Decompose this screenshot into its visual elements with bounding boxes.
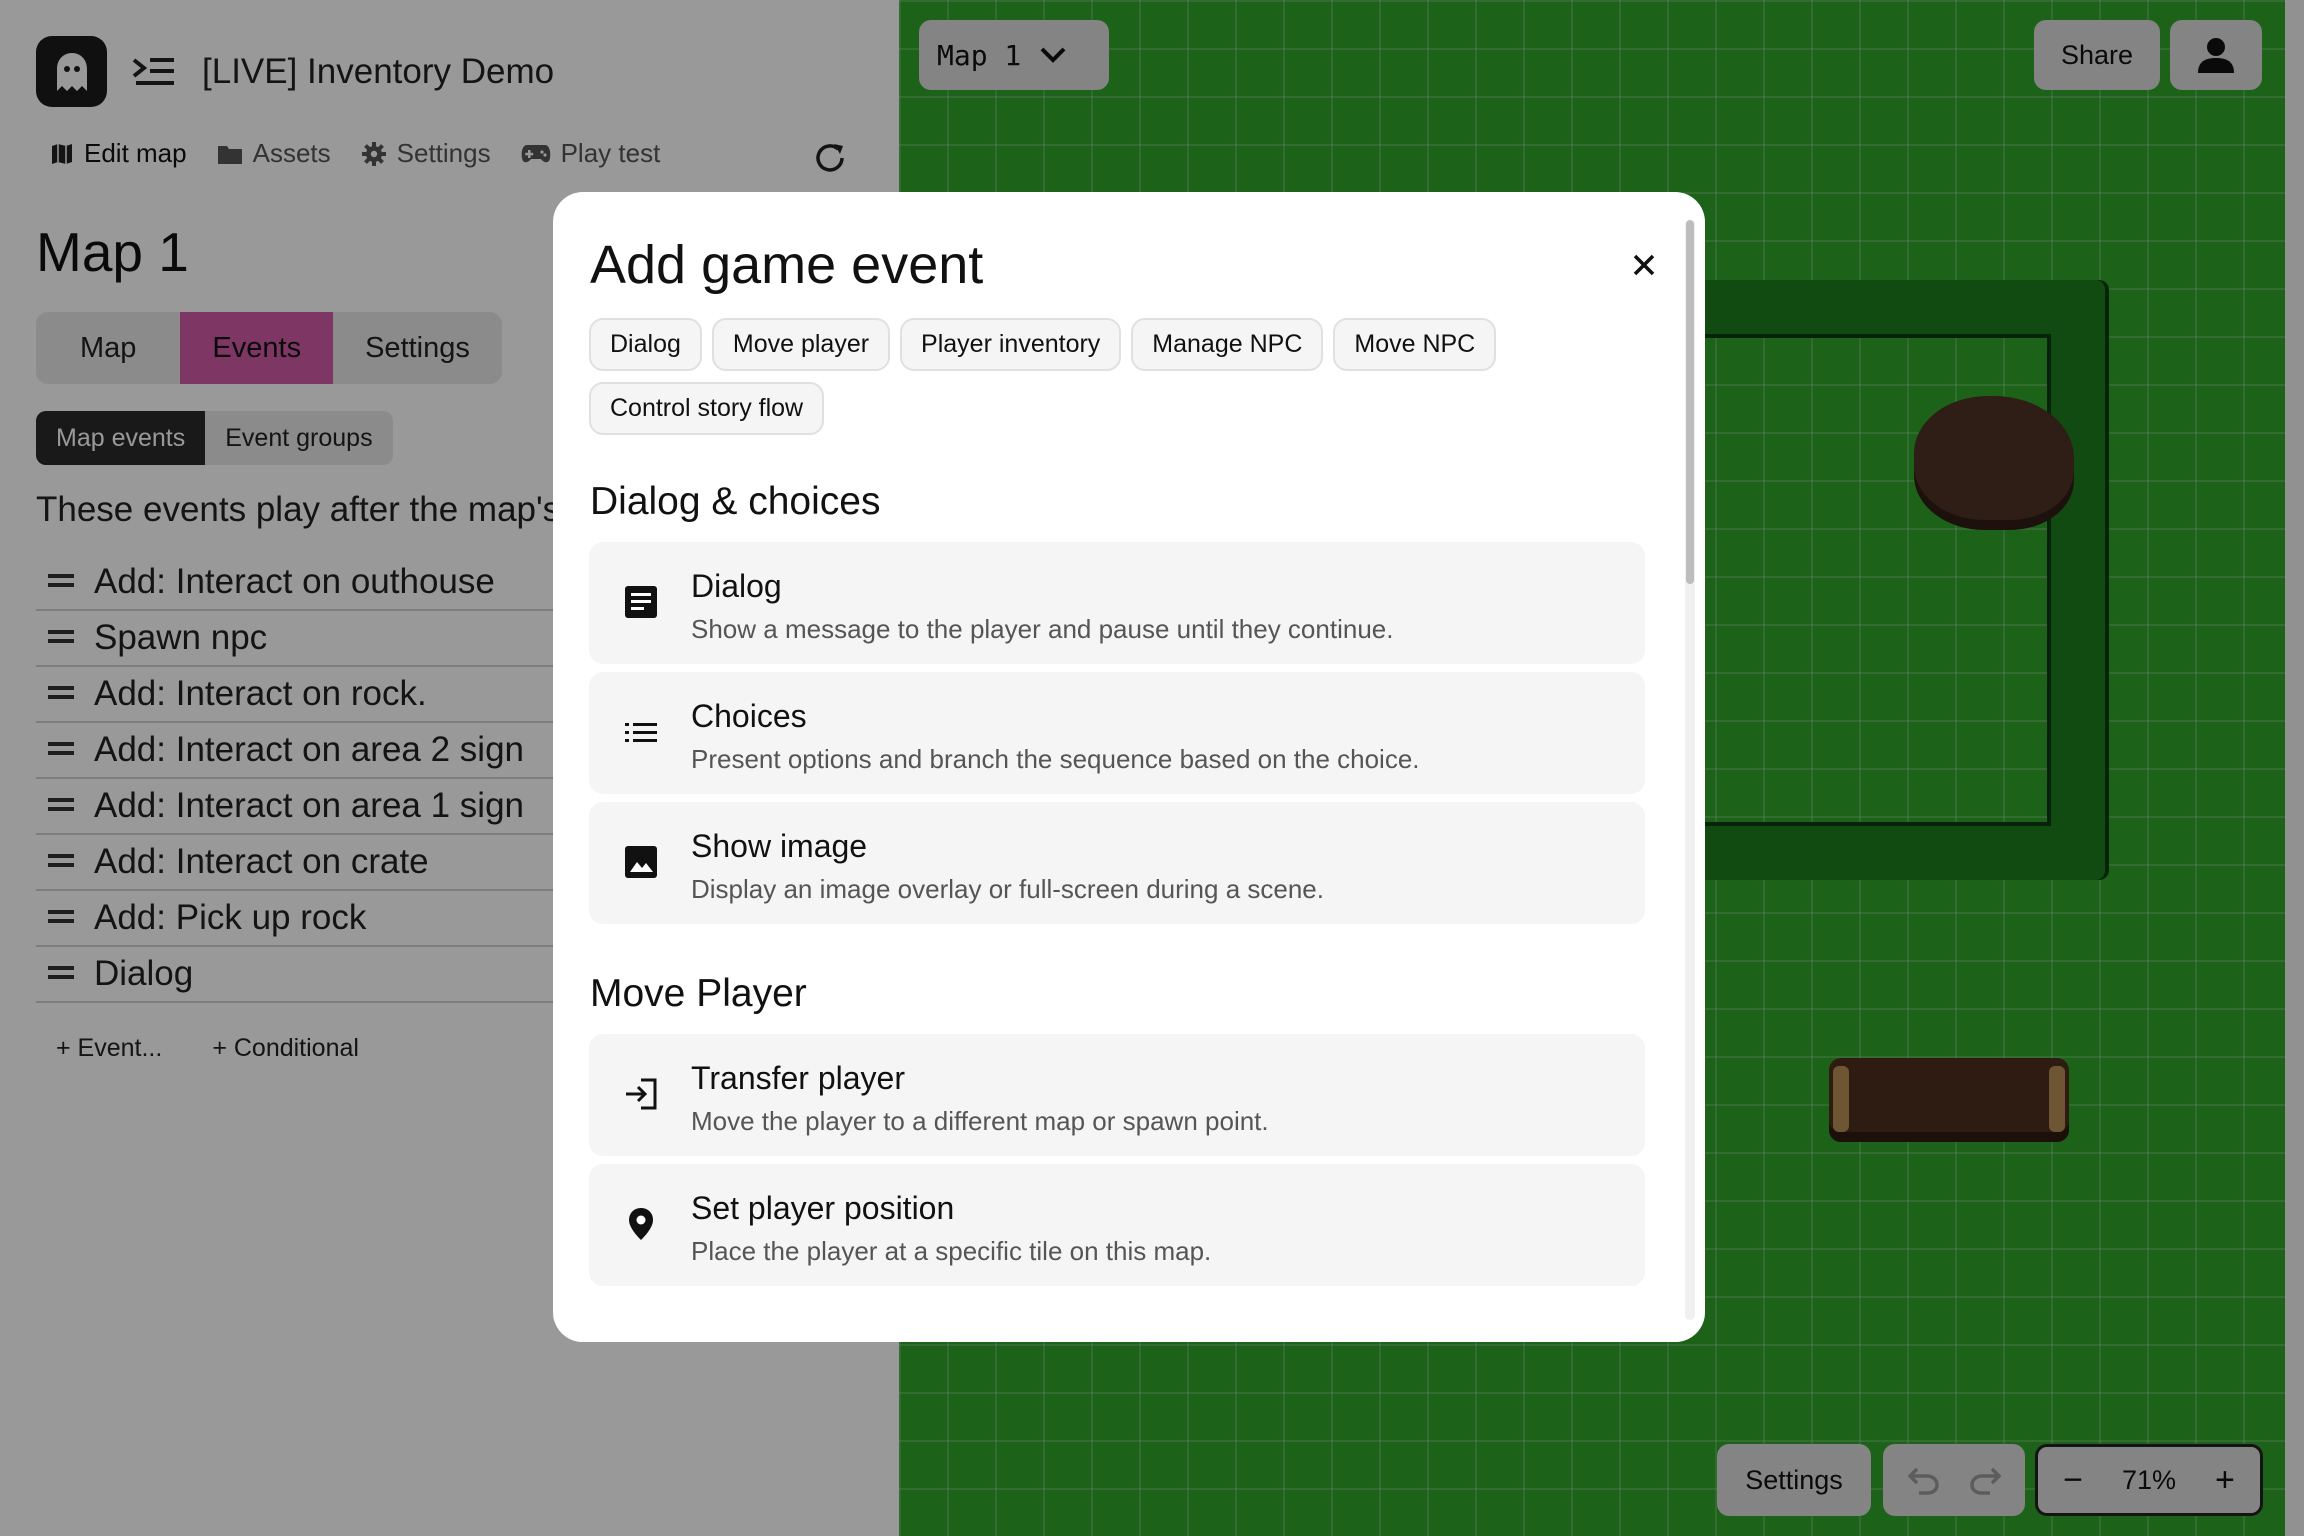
chip-manage-npc[interactable]: Manage NPC [1131,318,1324,371]
dialog-icon [623,584,659,620]
chip-control-story-flow[interactable]: Control story flow [589,382,825,435]
option-title: Choices [691,698,807,734]
event-option-set-player-position[interactable]: Set player position Place the player at … [589,1164,1645,1286]
modal-title: Add game event [590,235,984,295]
login-arrow-icon [623,1076,659,1112]
option-title: Show image [691,828,868,864]
chip-dialog[interactable]: Dialog [589,318,702,371]
chip-move-npc[interactable]: Move NPC [1333,318,1497,371]
option-description: Present options and branch the sequence … [691,744,1420,774]
close-icon[interactable] [1627,248,1661,282]
scrollbar-thumb[interactable] [1686,220,1694,584]
add-game-event-modal: Add game event Dialog Move player Player… [553,192,1705,1342]
modal-bottom-edge [553,1316,1705,1342]
location-pin-icon [623,1206,659,1242]
modal-scrollbar[interactable] [1685,220,1695,1320]
option-description: Move the player to a different map or sp… [691,1106,1269,1136]
option-description: Display an image overlay or full-screen … [691,874,1324,904]
chip-move-player[interactable]: Move player [711,318,891,371]
section-title: Move Player [590,972,807,1015]
event-option-choices[interactable]: Choices Present options and branch the s… [589,672,1645,794]
option-description: Place the player at a specific tile on t… [691,1236,1212,1266]
section-title: Dialog & choices [590,480,881,523]
option-description: Show a message to the player and pause u… [691,614,1394,644]
category-chips: Dialog Move player Player inventory Mana… [589,318,1649,435]
event-option-dialog[interactable]: Dialog Show a message to the player and … [589,542,1645,664]
event-option-show-image[interactable]: Show image Display an image overlay or f… [589,802,1645,924]
image-icon [623,844,659,880]
option-title: Set player position [691,1190,955,1226]
option-title: Dialog [691,568,782,604]
option-title: Transfer player [691,1060,905,1096]
chip-player-inventory[interactable]: Player inventory [900,318,1122,371]
list-icon [623,714,659,750]
event-option-transfer-player[interactable]: Transfer player Move the player to a dif… [589,1034,1645,1156]
